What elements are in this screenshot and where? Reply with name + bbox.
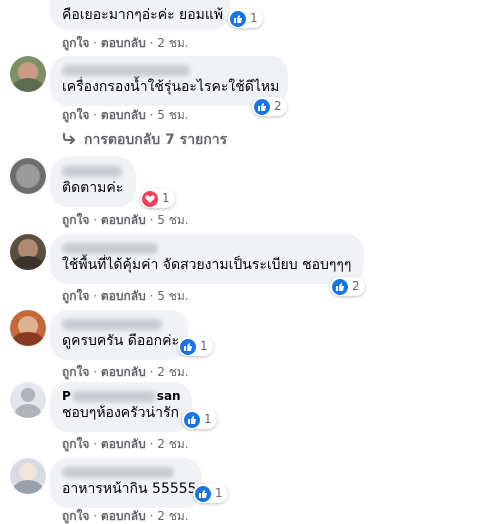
reply-link[interactable]: ตอบกลับ: [101, 36, 146, 50]
separator: ·: [93, 36, 98, 50]
separator: ·: [93, 509, 98, 523]
commenter-name[interactable]: Psan: [62, 389, 181, 404]
comment-bubble: ติดตามค่ะ: [50, 157, 136, 207]
reaction-count: 1: [162, 191, 170, 205]
comment-text: อาหารหน้ากิน 55555: [62, 481, 197, 497]
comment-actions: ถูกใจ · ตอบกลับ · 2 ชม.: [62, 437, 189, 452]
reply-link[interactable]: ตอบกลับ: [101, 108, 146, 122]
separator: ·: [149, 213, 154, 227]
like-link[interactable]: ถูกใจ: [62, 108, 89, 122]
commenter-name[interactable]: [62, 317, 176, 332]
heart-icon: [142, 190, 158, 207]
reaction-summary[interactable]: 2: [252, 97, 287, 116]
reaction-count: 1: [200, 339, 208, 353]
separator: ·: [93, 437, 98, 451]
avatar[interactable]: [10, 310, 46, 346]
reply-link[interactable]: ตอบกลับ: [101, 365, 146, 379]
comment-bubble: อาหารหน้ากิน 55555: [50, 458, 202, 508]
separator: ·: [149, 108, 154, 122]
avatar[interactable]: [10, 382, 46, 418]
like-link[interactable]: ถูกใจ: [62, 509, 89, 523]
reply-link[interactable]: ตอบกลับ: [101, 213, 146, 227]
comment-actions: ถูกใจ · ตอบกลับ · 2 ชม.: [62, 36, 189, 51]
avatar[interactable]: [10, 458, 46, 494]
reply-link[interactable]: ตอบกลับ: [101, 289, 146, 303]
comment-text: ใช้พื้นที่ได้คุ้มค่า จัดสวยงามเป็นระเบีย…: [62, 257, 352, 273]
commenter-name[interactable]: [62, 63, 276, 78]
reaction-summary[interactable]: 1: [193, 484, 228, 503]
timestamp[interactable]: 5 ชม.: [157, 289, 188, 303]
timestamp[interactable]: 2 ชม.: [157, 509, 188, 523]
like-link[interactable]: ถูกใจ: [62, 213, 89, 227]
commenter-name[interactable]: [62, 164, 124, 179]
thumbs-up-icon: [230, 10, 246, 27]
reaction-count: 2: [352, 279, 360, 293]
thumbs-up-icon: [254, 98, 270, 115]
view-replies-link[interactable]: การตอบกลับ 7 รายการ: [62, 131, 227, 150]
reaction-count: 1: [215, 486, 223, 500]
comment-bubble: Psan ชอบๆห้องครัวน่ารัก: [50, 382, 192, 432]
separator: ·: [93, 108, 98, 122]
comment-text: ติดตามค่ะ: [62, 180, 124, 196]
comment-actions: ถูกใจ · ตอบกลับ · 5 ชม.: [62, 108, 189, 123]
reply-link[interactable]: ตอบกลับ: [101, 437, 146, 451]
reaction-summary[interactable]: 1: [228, 9, 263, 28]
reaction-summary[interactable]: 2: [330, 277, 365, 296]
reaction-count: 1: [204, 412, 212, 426]
separator: ·: [149, 509, 154, 523]
like-link[interactable]: ถูกใจ: [62, 365, 89, 379]
commenter-name[interactable]: [62, 465, 190, 480]
comment-bubble: คือเยอะมากๆอ่ะค่ะ ยอมแพ้: [50, 0, 230, 30]
reaction-count: 2: [274, 99, 282, 113]
thumbs-up-icon: [332, 278, 348, 295]
avatar[interactable]: [10, 56, 46, 92]
separator: ·: [149, 437, 154, 451]
comment-text: เครื่องกรองน้ำใช้รุ่นอะไรคะใช้ดีไหม: [62, 79, 280, 95]
comment-actions: ถูกใจ · ตอบกลับ · 5 ชม.: [62, 213, 189, 228]
thumbs-up-icon: [180, 338, 196, 355]
comment-text: ชอบๆห้องครัวน่ารัก: [62, 405, 179, 421]
separator: ·: [93, 213, 98, 227]
comment-bubble: ดูครบครัน ดีออกค่ะ: [50, 310, 188, 360]
comment-bubble: เครื่องกรองน้ำใช้รุ่นอะไรคะใช้ดีไหม: [50, 56, 288, 106]
reaction-summary[interactable]: 1: [178, 337, 213, 356]
comment-text: ดูครบครัน ดีออกค่ะ: [62, 333, 180, 349]
reaction-summary[interactable]: 1: [140, 189, 175, 208]
thumbs-up-icon: [195, 485, 211, 502]
timestamp[interactable]: 2 ชม.: [157, 365, 188, 379]
separator: ·: [93, 289, 98, 303]
like-link[interactable]: ถูกใจ: [62, 437, 89, 451]
comment-text: คือเยอะมากๆอ่ะค่ะ ยอมแพ้: [62, 7, 224, 23]
comment-actions: ถูกใจ · ตอบกลับ · 5 ชม.: [62, 289, 189, 304]
reply-link[interactable]: ตอบกลับ: [101, 509, 146, 523]
comment-actions: ถูกใจ · ตอบกลับ · 2 ชม.: [62, 365, 189, 380]
thumbs-up-icon: [184, 411, 200, 428]
timestamp[interactable]: 2 ชม.: [157, 437, 188, 451]
commenter-name[interactable]: [62, 241, 352, 256]
replies-label: การตอบกลับ 7 รายการ: [84, 132, 228, 148]
comment-actions: ถูกใจ · ตอบกลับ · 2 ชม.: [62, 509, 189, 524]
reaction-summary[interactable]: 1: [182, 410, 217, 429]
like-link[interactable]: ถูกใจ: [62, 289, 89, 303]
separator: ·: [149, 289, 154, 303]
separator: ·: [149, 36, 154, 50]
reaction-count: 1: [250, 11, 258, 25]
like-link[interactable]: ถูกใจ: [62, 36, 89, 50]
avatar[interactable]: [10, 234, 46, 270]
avatar[interactable]: [10, 158, 46, 194]
reply-arrow-icon: [62, 131, 76, 150]
comment-bubble: ใช้พื้นที่ได้คุ้มค่า จัดสวยงามเป็นระเบีย…: [50, 234, 364, 284]
timestamp[interactable]: 2 ชม.: [157, 36, 188, 50]
timestamp[interactable]: 5 ชม.: [157, 108, 188, 122]
separator: ·: [93, 365, 98, 379]
timestamp[interactable]: 5 ชม.: [157, 213, 188, 227]
separator: ·: [149, 365, 154, 379]
